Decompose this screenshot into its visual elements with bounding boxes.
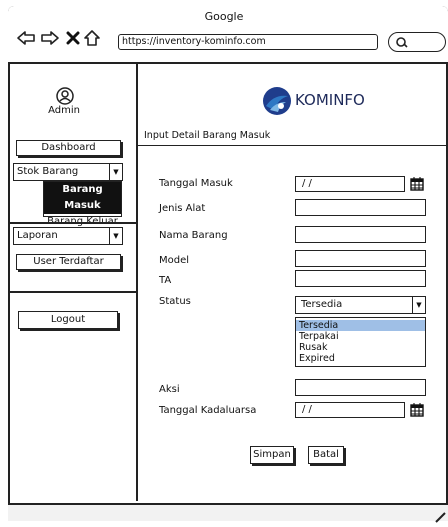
user-label: Admin — [48, 105, 80, 116]
status-select[interactable]: Tersedia ▼ — [295, 296, 426, 314]
aksi-label: Aksi — [159, 384, 180, 395]
batal-button[interactable]: Batal — [308, 446, 344, 464]
status-label: Status — [159, 296, 191, 307]
window-title: Google — [204, 10, 244, 23]
stok-barang-select[interactable]: Stok Barang ▼ — [13, 163, 123, 181]
dashboard-button[interactable]: Dashboard — [16, 140, 121, 156]
sidebar — [8, 64, 138, 501]
simpan-button[interactable]: Simpan — [250, 446, 294, 464]
home-icon[interactable] — [82, 28, 102, 48]
status-option[interactable]: Rusak — [296, 342, 425, 353]
title-divider — [138, 145, 448, 146]
url-bar[interactable]: https://inventory-kominfo.com — [118, 34, 378, 50]
back-icon[interactable] — [16, 28, 36, 48]
user-terdaftar-button[interactable]: User Terdaftar — [16, 254, 121, 270]
menu-item-barang-masuk[interactable]: Barang Masuk — [44, 182, 121, 214]
kominfo-logo-icon — [262, 86, 292, 120]
status-options-list: Tersedia Terpakai Rusak Expired — [295, 317, 426, 367]
page-title: Input Detail Barang Masuk — [144, 130, 271, 141]
tanggal-kadaluarsa-label: Tanggal Kadaluarsa — [159, 405, 257, 416]
tanggal-masuk-label: Tanggal Masuk — [159, 178, 233, 189]
ta-label: TA — [159, 275, 172, 286]
jenis-alat-input[interactable] — [295, 199, 426, 216]
status-select-value: Tersedia — [301, 299, 343, 310]
brand-name: KOMINFO — [295, 91, 365, 109]
stok-barang-label: Stok Barang — [17, 166, 79, 177]
model-label: Model — [159, 255, 190, 266]
stok-barang-menu: Barang Masuk Barang Keluar — [43, 181, 122, 227]
search-icon — [396, 37, 408, 48]
chevron-down-icon: ▼ — [412, 297, 425, 313]
laporan-label: Laporan — [17, 230, 58, 241]
close-icon[interactable] — [63, 28, 83, 48]
tanggal-masuk-input[interactable]: / / — [295, 176, 405, 192]
search-box[interactable] — [388, 32, 446, 52]
calendar-icon[interactable] — [410, 402, 424, 421]
nama-barang-input[interactable] — [295, 226, 426, 243]
nama-barang-label: Nama Barang — [159, 230, 228, 241]
forward-icon[interactable] — [40, 28, 60, 48]
aksi-input[interactable] — [295, 379, 426, 396]
model-input[interactable] — [295, 250, 426, 267]
status-option[interactable]: Terpakai — [296, 331, 425, 342]
ta-input[interactable] — [295, 270, 426, 287]
tanggal-kadaluarsa-input[interactable]: / / — [295, 402, 405, 418]
status-option[interactable]: Expired — [296, 353, 425, 364]
logout-button[interactable]: Logout — [18, 311, 118, 329]
sidebar-divider — [8, 222, 138, 224]
chevron-down-icon: ▼ — [109, 164, 122, 180]
chevron-down-icon: ▼ — [109, 228, 122, 244]
jenis-alat-label: Jenis Alat — [159, 203, 206, 214]
status-option[interactable]: Tersedia — [296, 320, 425, 331]
resize-handle-icon[interactable] — [434, 508, 446, 527]
calendar-icon[interactable] — [410, 176, 424, 195]
status-bar — [8, 503, 448, 521]
laporan-select[interactable]: Laporan ▼ — [13, 227, 123, 245]
sidebar-divider — [8, 291, 138, 293]
